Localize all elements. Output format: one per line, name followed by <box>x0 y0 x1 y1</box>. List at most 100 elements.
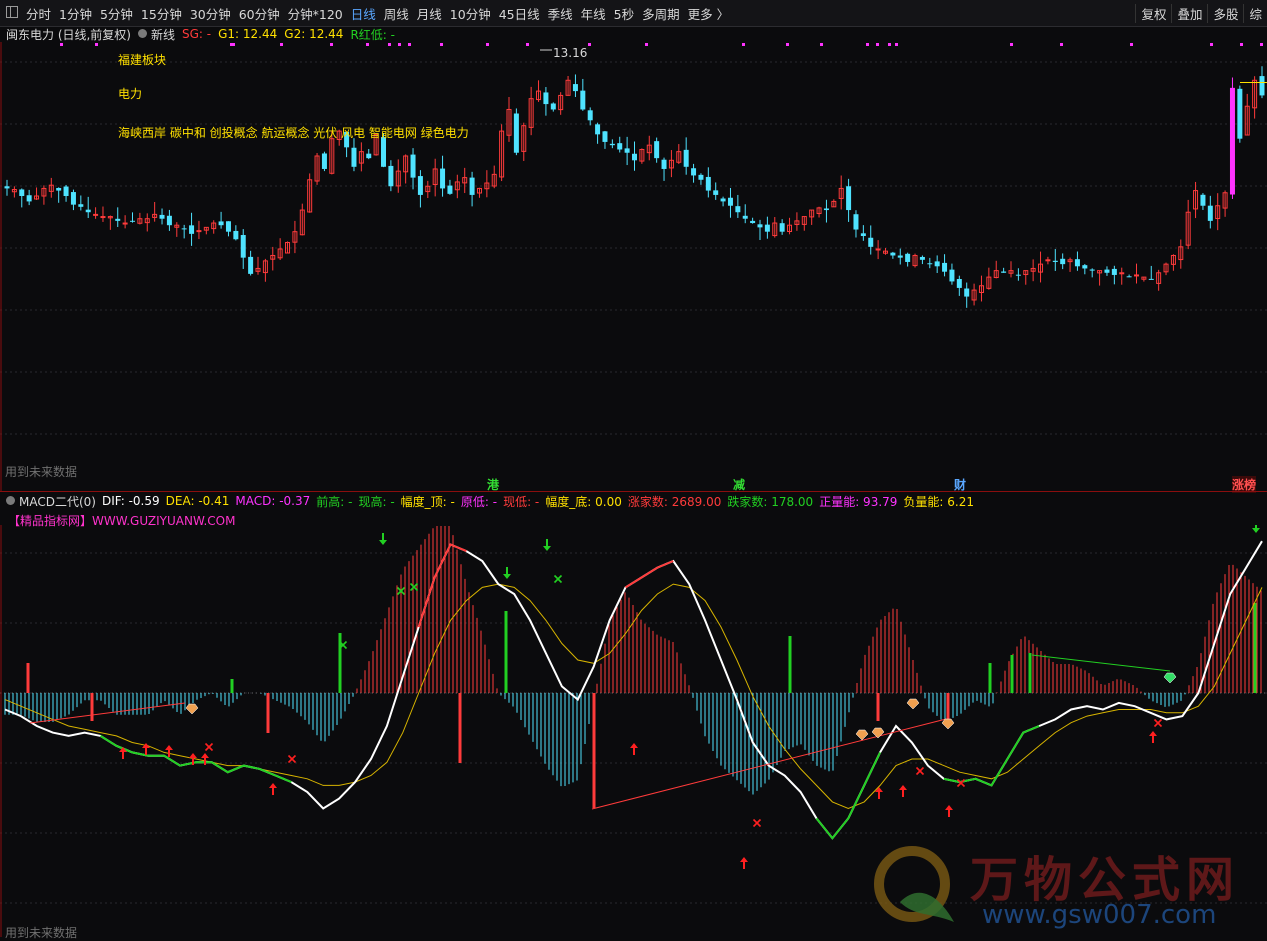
period-tab[interactable]: 5秒 <box>614 4 634 23</box>
period-tab[interactable]: 月线 <box>417 4 442 23</box>
signal-bar <box>26 663 30 693</box>
signal-bar <box>592 693 596 808</box>
candle-body <box>388 165 394 187</box>
period-tab[interactable]: 分钟*120 <box>288 4 343 23</box>
candle-body <box>720 198 726 202</box>
signal-bar <box>1010 655 1014 693</box>
signal-dot <box>526 43 529 46</box>
period-tab[interactable]: 年线 <box>581 4 606 23</box>
candle-body <box>661 159 667 169</box>
period-tab[interactable]: 周线 <box>384 4 409 23</box>
amp-top-value: 幅度_顶: - <box>400 494 455 509</box>
signal-dot <box>1210 43 1213 46</box>
signal-dot <box>398 43 401 46</box>
period-tab[interactable]: 5分钟 <box>100 4 133 23</box>
candle-body <box>93 213 99 216</box>
candle-body <box>1134 274 1139 277</box>
signal-dot <box>95 43 98 46</box>
window-toggle-icon[interactable] <box>6 6 18 18</box>
candle-body <box>321 153 327 169</box>
prev-high-value: 前高: - <box>316 494 353 509</box>
candle-body <box>705 176 711 191</box>
candle-body <box>823 208 829 211</box>
dif-highlight <box>943 725 1040 787</box>
candle-body <box>698 174 704 180</box>
tool-button[interactable]: 多股 <box>1207 3 1243 23</box>
diamond-icon <box>185 703 199 715</box>
candle-body <box>956 279 962 288</box>
candle-body <box>115 218 121 221</box>
candle-body <box>159 214 165 219</box>
buy-arrow-icon <box>630 743 638 755</box>
signal-dot <box>280 43 283 46</box>
candle-body <box>122 222 128 225</box>
cross-icon <box>752 818 762 828</box>
future-data-note-macd: 用到未来数据 <box>5 926 78 940</box>
period-tabs: 分时 1分钟 5分钟 15分钟 30分钟 60分钟 分钟*120 日线 周线 月线 10分钟 45日线… <box>26 0 737 26</box>
diamond-icon <box>1163 672 1177 684</box>
signal-dot <box>486 43 489 46</box>
indicator-name[interactable]: 新线 <box>151 26 175 43</box>
period-tab[interactable]: 季线 <box>548 4 573 23</box>
candle-body <box>1045 259 1051 262</box>
period-tab[interactable]: 日线 <box>351 4 376 23</box>
concepts-label: 海峡西岸 碳中和 创投概念 航运概念 光伏 风电 智能电网 绿色电力 <box>118 126 469 140</box>
event-text: 港 <box>487 478 500 492</box>
candle-body <box>1200 194 1206 206</box>
period-tab[interactable]: 30分钟 <box>190 4 231 23</box>
signal-dot <box>1130 43 1133 46</box>
cross-icon <box>287 754 297 764</box>
period-tab[interactable]: 10分钟 <box>450 4 491 23</box>
tool-button[interactable]: 复权 <box>1135 3 1171 23</box>
signal-dot <box>866 43 869 46</box>
macd-collapse-icon[interactable] <box>6 495 15 505</box>
stock-title[interactable]: 闽东电力 (日线,前复权) <box>6 26 131 43</box>
period-tab[interactable]: 15分钟 <box>141 4 182 23</box>
signal-bar <box>1028 653 1032 693</box>
diamond-icon <box>871 727 885 739</box>
period-tab[interactable]: 60分钟 <box>239 4 280 23</box>
candlestick-chart[interactable] <box>0 42 1267 492</box>
tool-button[interactable]: 叠加 <box>1171 3 1207 23</box>
event-text: 财 <box>954 478 967 492</box>
candle-body <box>181 228 187 230</box>
period-tab[interactable]: 45日线 <box>499 4 540 23</box>
period-tab[interactable]: 1分钟 <box>59 4 92 23</box>
candle-body <box>248 256 254 274</box>
main-chart-header: 闽东电力 (日线,前复权) 新线 SG: - G1: 12.44 G2: 12.… <box>6 26 402 42</box>
period-tab[interactable]: 分时 <box>26 4 51 23</box>
candle-body <box>543 92 549 105</box>
tool-button[interactable]: 综 <box>1243 3 1267 23</box>
candle-body <box>875 248 881 251</box>
candle-body <box>19 189 25 196</box>
orig-low-value: 原低: - <box>460 494 498 509</box>
cross-icon <box>553 574 563 584</box>
candle-body <box>1082 265 1088 269</box>
candle-body <box>1148 278 1154 280</box>
signal-bar <box>788 636 792 693</box>
period-tab[interactable]: 更多 〉 <box>688 4 729 23</box>
cross-icon <box>409 582 419 592</box>
candle-body <box>130 220 135 222</box>
diamond-icon <box>941 718 955 730</box>
period-tab[interactable]: 多周期 <box>642 4 680 23</box>
candle-body <box>351 147 357 167</box>
indicator-collapse-icon[interactable] <box>138 28 147 38</box>
candle-body <box>225 221 231 232</box>
candle-body <box>860 233 866 237</box>
g1-value: G1: 12.44 <box>218 27 278 41</box>
macd-name[interactable]: MACD二代(0) <box>19 493 96 510</box>
candle-body <box>853 214 859 230</box>
watermark-logo-icon <box>874 846 954 922</box>
candle-body <box>26 195 32 202</box>
candle-body <box>624 148 630 153</box>
candle-body <box>1052 260 1058 262</box>
candle-body <box>609 143 615 146</box>
signal-dot <box>786 43 789 46</box>
sell-arrow-icon <box>503 567 511 579</box>
candle-body <box>934 261 940 267</box>
candle-body <box>100 216 106 219</box>
watermark-url: www.gsw007.com <box>982 900 1217 930</box>
signal-dot <box>440 43 443 46</box>
signal-bar <box>266 693 270 733</box>
